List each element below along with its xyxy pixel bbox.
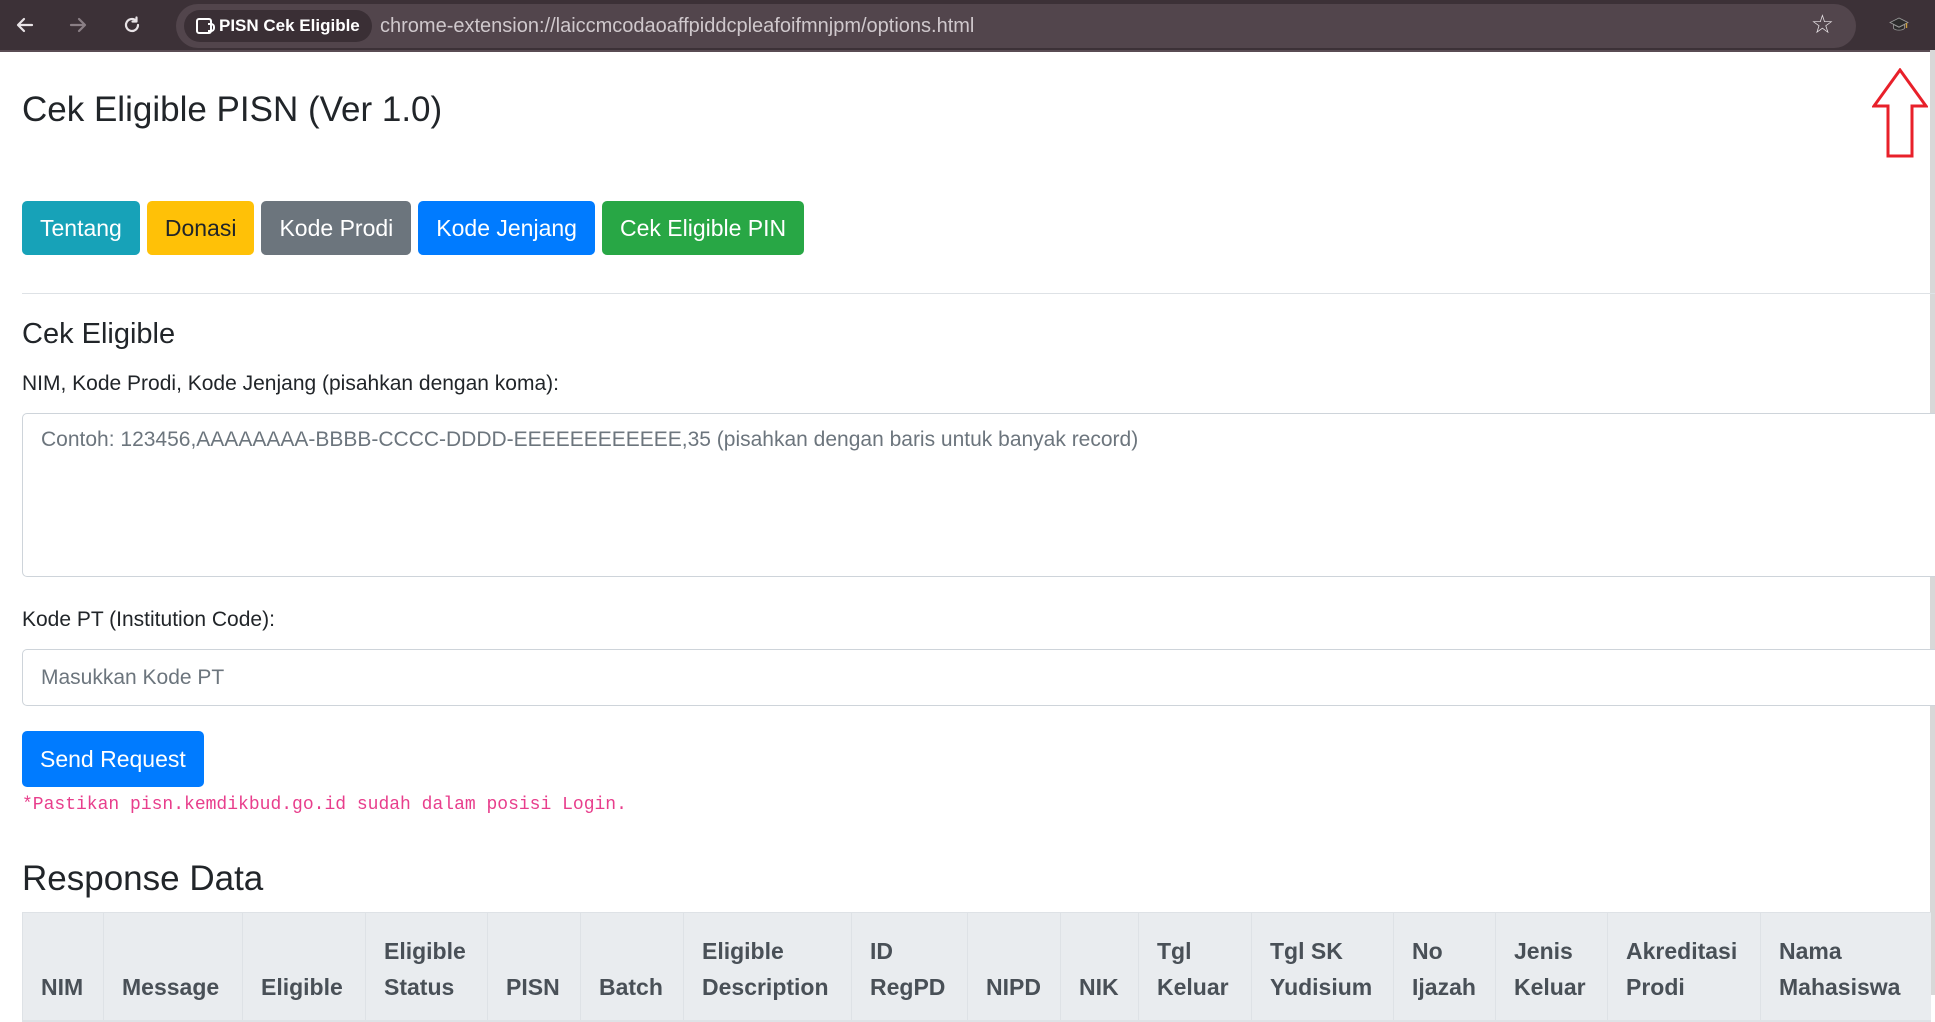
graduation-cap-icon[interactable] — [1888, 14, 1910, 36]
forward-button[interactable] — [62, 9, 94, 41]
cek-eligible-pin-button[interactable]: Cek Eligible PIN — [601, 201, 805, 255]
kode-pt-label: Kode PT (Institution Code): — [22, 608, 275, 631]
arrow-right-icon — [69, 17, 87, 33]
table-header-cell: Jenis Keluar — [1495, 912, 1608, 1022]
site-info-chip[interactable]: PISN Cek Eligible — [184, 10, 372, 42]
records-label: NIM, Kode Prodi, Kode Jenjang (pisahkan … — [22, 372, 559, 395]
tentang-button[interactable]: Tentang — [22, 201, 140, 255]
browser-toolbar: PISN Cek Eligible chrome-extension://lai… — [0, 0, 1935, 52]
table-header-cell: NIM — [22, 912, 104, 1022]
login-note: *Pastikan pisn.kemdikbud.go.id sudah dal… — [22, 795, 627, 815]
reload-icon — [124, 16, 140, 33]
url-text[interactable]: chrome-extension://laiccmcodaoaffpiddcpl… — [380, 15, 974, 38]
page-title: Cek Eligible PISN (Ver 1.0) — [22, 90, 443, 129]
table-header-cell: Nama Mahasiswa — [1760, 912, 1931, 1022]
table-header-cell: Tgl Keluar — [1138, 912, 1252, 1022]
send-request-button[interactable]: Send Request — [22, 731, 204, 787]
red-up-arrow-icon — [1872, 68, 1928, 158]
table-header-cell: NIK — [1060, 912, 1139, 1022]
table-header-row: NIM Message Eligible Eligible Status PISN… — [22, 912, 1931, 1022]
kode-jenjang-button[interactable]: Kode Jenjang — [418, 201, 595, 255]
table-header-cell: Eligible Status — [365, 912, 488, 1022]
table-header-cell: Akreditasi Prodi — [1607, 912, 1761, 1022]
table-header-cell: NIPD — [967, 912, 1061, 1022]
extension-puzzle-icon — [196, 18, 215, 34]
table-header-cell: Batch — [580, 912, 684, 1022]
kode-pt-input[interactable] — [22, 649, 1935, 706]
back-button[interactable] — [9, 9, 41, 41]
response-table: NIM Message Eligible Eligible Status PISN… — [22, 912, 1931, 1022]
site-chip-label: PISN Cek Eligible — [219, 16, 360, 35]
records-input[interactable] — [22, 413, 1935, 577]
table-header-cell: Eligible Description — [683, 912, 852, 1022]
star-icon[interactable]: ☆ — [1811, 9, 1834, 40]
kode-prodi-button[interactable]: Kode Prodi — [261, 201, 412, 255]
response-title: Response Data — [22, 859, 264, 898]
reload-button[interactable] — [116, 9, 148, 41]
divider — [22, 293, 1935, 294]
table-header-cell: No Ijazah — [1393, 912, 1496, 1022]
table-header-cell: Eligible — [242, 912, 366, 1022]
address-bar[interactable]: PISN Cek Eligible chrome-extension://lai… — [176, 4, 1856, 48]
arrow-left-icon — [16, 17, 34, 33]
table-header-cell: PISN — [487, 912, 581, 1022]
donasi-button[interactable]: Donasi — [146, 201, 255, 255]
nav-button-row: Tentang Donasi Kode Prodi Kode Jenjang C… — [22, 201, 805, 255]
section-title: Cek Eligible — [22, 318, 176, 350]
table-header-cell: Message — [103, 912, 243, 1022]
table-header-cell: ID RegPD — [851, 912, 968, 1022]
table-header-cell: Tgl SK Yudisium — [1251, 912, 1394, 1022]
